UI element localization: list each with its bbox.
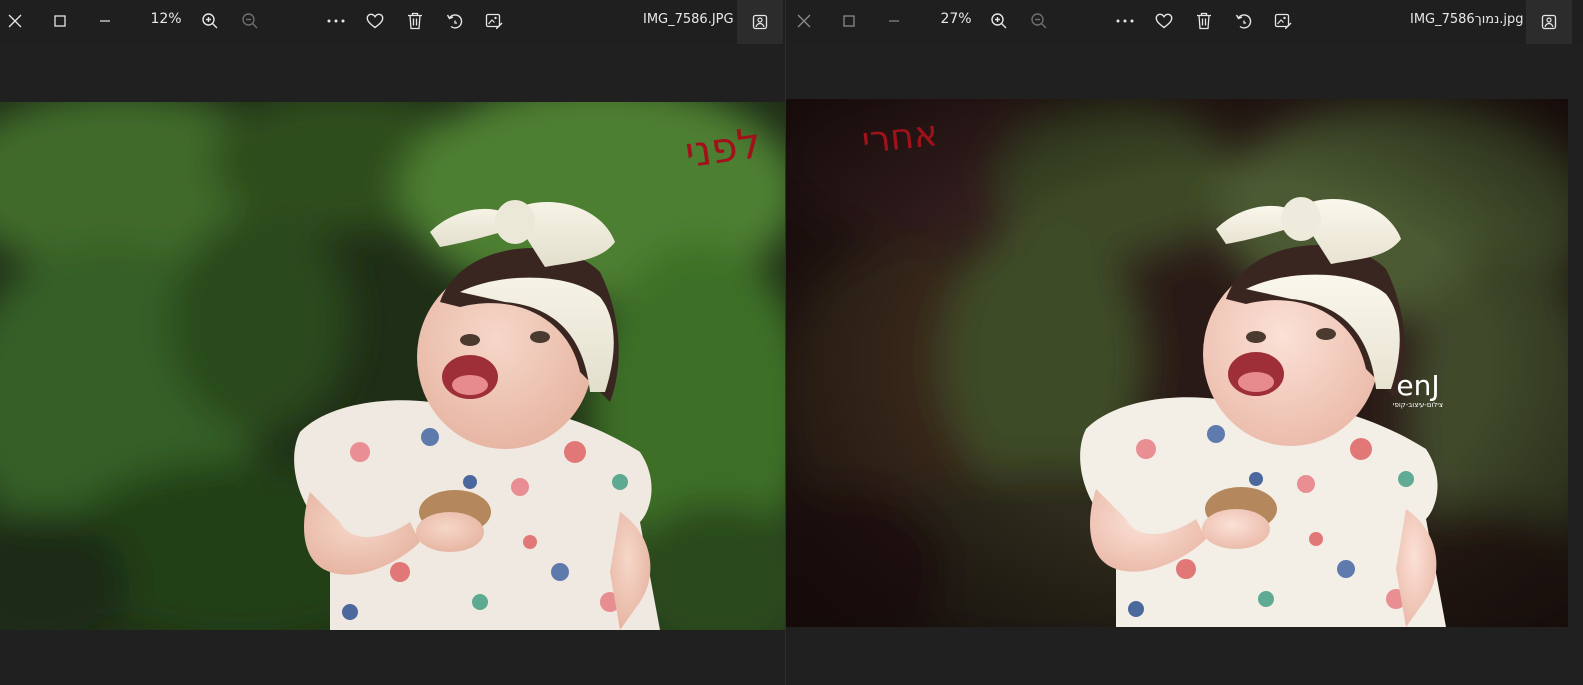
zoom-in-icon xyxy=(202,13,218,29)
close-icon xyxy=(797,14,811,28)
zoom-level: 27% xyxy=(940,11,972,27)
zoom-in-button[interactable] xyxy=(195,6,225,36)
file-name: IMG_7586.JPG xyxy=(643,12,734,27)
photo-after[interactable]: אחרי enJ צילום-עיצוב-קופי xyxy=(786,99,1568,627)
image-info-icon xyxy=(752,14,768,30)
maximize-button[interactable] xyxy=(45,6,75,36)
trash-icon xyxy=(1197,12,1211,30)
rotate-icon xyxy=(446,14,463,29)
trash-icon xyxy=(408,12,422,30)
zoom-in-icon xyxy=(991,13,1007,29)
photo-viewer-right: 27% IMG_7586נמוך.jpg אחרי enJ צילום-עיצו… xyxy=(786,0,1583,685)
heart-icon xyxy=(366,13,384,29)
edit-image-button[interactable] xyxy=(1268,6,1298,36)
favorite-button[interactable] xyxy=(360,6,390,36)
close-button[interactable] xyxy=(0,6,30,36)
maximize-icon xyxy=(843,15,855,27)
rotate-button[interactable] xyxy=(1229,6,1259,36)
rotate-button[interactable] xyxy=(440,6,470,36)
image-info-button[interactable] xyxy=(1526,0,1572,44)
close-icon xyxy=(8,14,22,28)
image-info-button[interactable] xyxy=(737,0,783,44)
heart-icon xyxy=(1155,13,1173,29)
zoom-out-icon xyxy=(242,13,258,29)
edit-image-icon xyxy=(1274,13,1292,29)
zoom-level: 12% xyxy=(150,11,182,27)
more-icon xyxy=(1116,19,1134,23)
file-name: IMG_7586נמוך.jpg xyxy=(1410,12,1524,27)
minimize-icon xyxy=(100,20,110,22)
zoom-in-button[interactable] xyxy=(984,6,1014,36)
more-icon xyxy=(327,19,345,23)
more-options-button[interactable] xyxy=(321,6,351,36)
zoom-out-icon xyxy=(1031,13,1047,29)
favorite-button[interactable] xyxy=(1149,6,1179,36)
more-options-button[interactable] xyxy=(1110,6,1140,36)
screen: 12% IMG_7586.JPG לפני 27% IMG_7586נמוך.j… xyxy=(0,0,1583,685)
edit-image-icon xyxy=(485,13,503,29)
close-button[interactable] xyxy=(789,6,819,36)
toolbar: 12% IMG_7586.JPG xyxy=(0,0,785,44)
watermark-logo: enJ xyxy=(1396,369,1439,402)
zoom-out-button[interactable] xyxy=(1024,6,1054,36)
delete-button[interactable] xyxy=(1189,6,1219,36)
annotation-after: אחרי xyxy=(860,113,940,162)
rotate-icon xyxy=(1235,14,1252,29)
watermark-tagline: צילום-עיצוב-קופי xyxy=(1393,401,1443,409)
delete-button[interactable] xyxy=(400,6,430,36)
minimize-button[interactable] xyxy=(879,6,909,36)
maximize-icon xyxy=(54,15,66,27)
photo-before[interactable]: לפני xyxy=(0,102,785,630)
minimize-icon xyxy=(889,20,899,22)
zoom-out-button[interactable] xyxy=(235,6,265,36)
photo-viewer-left: 12% IMG_7586.JPG לפני xyxy=(0,0,785,685)
image-info-icon xyxy=(1541,14,1557,30)
toolbar: 27% IMG_7586נמוך.jpg xyxy=(786,0,1583,44)
maximize-button[interactable] xyxy=(834,6,864,36)
minimize-button[interactable] xyxy=(90,6,120,36)
edit-image-button[interactable] xyxy=(479,6,509,36)
